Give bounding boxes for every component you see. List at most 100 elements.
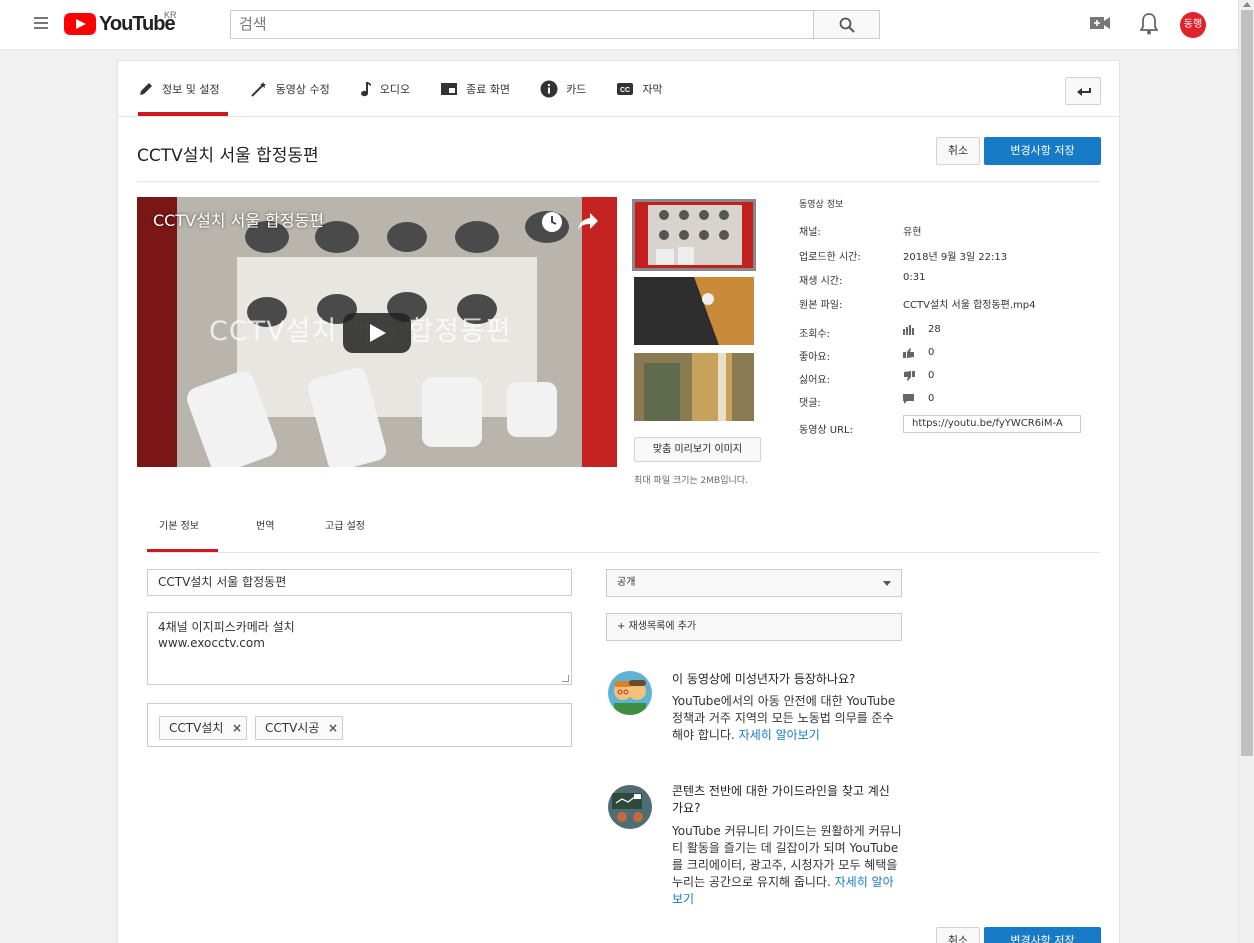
kids-help-title: 이 동영상에 미성년자가 등장하나요?: [672, 672, 856, 686]
video-url-field[interactable]: https://youtu.be/fyYWCR6iM-A: [903, 415, 1081, 433]
comment-icon: [903, 394, 914, 404]
cc-icon: CC: [616, 82, 634, 96]
play-logo-icon: [64, 13, 96, 35]
views-label: 조회수:: [799, 329, 830, 340]
editor-tabs: 정보 및 설정 동영상 수정 오디오 종료 화면 카드 CC 자막: [138, 61, 693, 116]
tag-chip: CCTV시공 ×: [255, 716, 343, 740]
tag-label: CCTV설치: [169, 721, 224, 735]
subtab-translation[interactable]: 번역: [256, 517, 274, 532]
tab-label: 정보 및 설정: [162, 82, 220, 96]
menu-icon[interactable]: [34, 17, 48, 29]
divider: [137, 181, 1100, 182]
scroll-thumb[interactable]: [1241, 10, 1253, 756]
privacy-value: 공개: [617, 577, 636, 588]
notification-bell-icon[interactable]: [1140, 13, 1158, 35]
search-input[interactable]: 검색: [230, 10, 814, 39]
custom-thumbnail-button[interactable]: 맞춤 미리보기 이미지: [634, 437, 761, 462]
thumbnail-image: [634, 277, 754, 345]
guidelines-help-body: YouTube 커뮤니티 가이드는 원활하게 커뮤니티 활동을 즐기는 데 길잡…: [672, 823, 904, 908]
likes-value: 0: [928, 347, 935, 358]
remove-tag-icon[interactable]: ×: [328, 717, 338, 739]
duration-label: 재생 시간:: [799, 276, 843, 287]
end-screen-icon: [440, 82, 458, 96]
share-icon[interactable]: [577, 211, 599, 231]
upload-video-icon[interactable]: [1090, 15, 1110, 31]
search-icon: [839, 17, 855, 33]
tab-end-screen[interactable]: 종료 화면: [440, 61, 510, 116]
divider: [118, 116, 1119, 117]
tag-label: CCTV시공: [265, 721, 320, 735]
learn-more-link[interactable]: 자세히 알아보기: [739, 728, 820, 742]
watch-later-icon[interactable]: [541, 211, 563, 233]
video-player[interactable]: CCTV설치 서울 합정동편 CCTV설치 서울 합정동편: [137, 197, 617, 467]
pencil-icon: [138, 81, 154, 97]
music-note-icon: [360, 81, 372, 97]
tab-subtitles[interactable]: CC 자막: [616, 61, 663, 116]
cancel-button[interactable]: 취소: [936, 137, 980, 165]
add-to-playlist-button[interactable]: + 재생목록에 추가: [606, 613, 902, 641]
tab-video-edit[interactable]: 동영상 수정: [250, 61, 330, 116]
player-title: CCTV설치 서울 합정동편: [153, 211, 324, 230]
source-file-label: 원본 파일:: [799, 300, 843, 311]
description-textarea[interactable]: 4채널 이지피스카메라 설치 www.exocctv.com: [147, 612, 572, 685]
tab-audio[interactable]: 오디오: [360, 61, 410, 116]
thumbnail-image: [634, 353, 754, 421]
subtab-advanced[interactable]: 고급 설정: [325, 517, 365, 532]
upload-time-value: 2018년 9월 3일 22:13: [903, 252, 1008, 263]
page-scrollbar[interactable]: [1238, 0, 1254, 943]
info-icon: [540, 80, 558, 98]
channel-label: 채널:: [799, 227, 821, 238]
description-line: www.exocctv.com: [158, 636, 265, 650]
tab-cards[interactable]: 카드: [540, 61, 586, 116]
duration-value: 0:31: [903, 272, 926, 283]
scroll-up-arrow-icon[interactable]: [1243, 2, 1251, 7]
page-title: CCTV설치 서울 합정동편: [137, 146, 319, 166]
remove-tag-icon[interactable]: ×: [232, 717, 242, 739]
thumbnail-option-2[interactable]: [634, 277, 754, 345]
tab-label: 자막: [642, 82, 663, 96]
youtube-logo[interactable]: YouTube: [64, 12, 176, 36]
video-url-label: 동영상 URL:: [799, 425, 853, 436]
avatar[interactable]: 동행: [1180, 12, 1206, 38]
title-input[interactable]: CCTV설치 서울 합정동편: [147, 569, 572, 596]
subtab-basic-info[interactable]: 기본 정보: [159, 517, 199, 532]
guidelines-illustration-icon: [608, 785, 652, 829]
thumbs-down-icon: [904, 371, 915, 381]
magic-wand-icon: [250, 81, 268, 97]
privacy-select[interactable]: 공개: [606, 569, 902, 597]
video-editor-card: 정보 및 설정 동영상 수정 오디오 종료 화면 카드 CC 자막 CCTV설치…: [117, 60, 1120, 943]
save-button[interactable]: 변경사항 저장: [984, 137, 1101, 165]
play-button[interactable]: [343, 313, 411, 353]
views-value: 28: [928, 324, 941, 335]
thumbnail-image: [634, 201, 754, 269]
tag-chip: CCTV설치 ×: [159, 716, 247, 740]
divider: [147, 552, 1100, 553]
likes-label: 좋아요:: [799, 352, 830, 363]
tab-label: 카드: [566, 82, 587, 96]
save-button-bottom[interactable]: 변경사항 저장: [984, 927, 1101, 943]
kids-help-body: YouTube에서의 아동 안전에 대한 YouTube 정책과 거주 지역의 …: [672, 693, 904, 744]
tags-input[interactable]: CCTV설치 × CCTV시공 ×: [147, 703, 572, 747]
search-button[interactable]: [813, 10, 880, 39]
resize-handle-icon[interactable]: [562, 675, 569, 682]
max-file-size-note: 최대 파일 크기는 2MB입니다.: [634, 476, 748, 486]
thumbnail-option-1[interactable]: [632, 199, 756, 271]
tab-info-settings[interactable]: 정보 및 설정: [138, 61, 228, 116]
comments-label: 댓글:: [799, 398, 821, 409]
comments-value: 0: [928, 393, 935, 404]
thumbnail-option-3[interactable]: [634, 353, 754, 421]
dislikes-label: 싫어요:: [799, 375, 830, 386]
back-button[interactable]: [1065, 77, 1101, 105]
cancel-button-bottom[interactable]: 취소: [936, 927, 980, 943]
source-file-value: CCTV설치 서울 합정동편.mp4: [903, 300, 1036, 311]
video-info-heading: 동영상 정보: [799, 200, 844, 210]
views-bar-chart-icon: [903, 325, 914, 335]
thumbs-up-icon: [903, 348, 914, 358]
guidelines-help-title: 콘텐츠 전반에 대한 가이드라인을 찾고 계신가요?: [672, 784, 890, 815]
tab-label: 종료 화면: [466, 82, 511, 96]
kids-illustration-icon: [608, 671, 652, 715]
svg-text:CC: CC: [620, 87, 630, 94]
region-code: KR: [164, 10, 177, 20]
dislikes-value: 0: [928, 370, 935, 381]
chevron-down-icon: [883, 581, 891, 586]
